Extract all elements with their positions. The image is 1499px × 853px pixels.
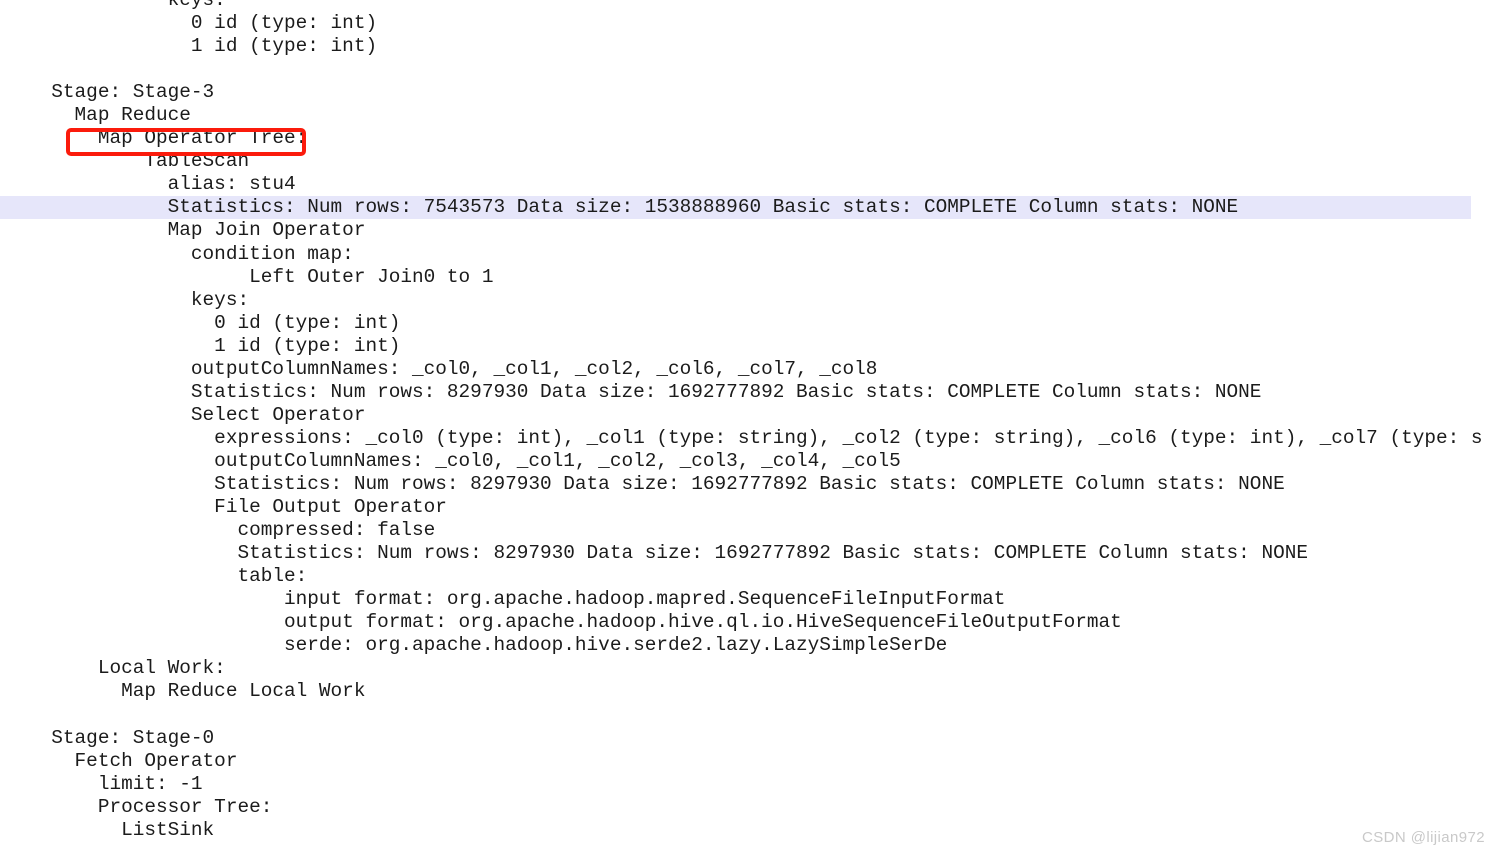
plan-line: Left Outer Join0 to 1 [28,265,494,288]
explain-plan-text[interactable]: keys: 0 id (type: int) 1 id (type: int) … [0,0,1499,842]
plan-line: Fetch Operator [28,749,238,772]
plan-line: outputColumnNames: _col0, _col1, _col2, … [28,357,878,380]
plan-line: Processor Tree: [28,795,273,818]
plan-line: Map Join Operator [28,219,366,242]
plan-line: compressed: false [28,519,436,542]
plan-line: Statistics: Num rows: 8297930 Data size:… [28,380,1262,403]
plan-line: ListSink [28,818,215,841]
plan-line: keys: [28,288,250,311]
plan-line: Stage: Stage-0 [28,726,215,749]
plan-line: 1 id (type: int) [28,35,378,58]
plan-line: 1 id (type: int) [28,334,401,357]
plan-line: 0 id (type: int) [28,12,378,35]
plan-line: Select Operator [28,403,366,426]
plan-line [0,703,1499,726]
plan-line: limit: -1 [28,772,203,795]
plan-line: 0 id (type: int) [28,311,401,334]
plan-line: TableScan [28,150,250,173]
plan-line: Stage: Stage-3 [28,81,215,104]
plan-line: serde: org.apache.hadoop.hive.serde2.laz… [28,634,948,657]
plan-line: File Output Operator [28,496,447,519]
plan-line: Statistics: Num rows: 8297930 Data size:… [28,542,1308,565]
plan-line: alias: stu4 [28,173,296,196]
plan-line: outputColumnNames: _col0, _col1, _col2, … [28,449,901,472]
explain-plan-viewport: keys: 0 id (type: int) 1 id (type: int) … [0,0,1499,853]
plan-line: Map Reduce [28,104,191,127]
plan-line [0,58,1499,81]
plan-line: Map Reduce Local Work [28,680,366,703]
plan-line: output format: org.apache.hadoop.hive.ql… [28,611,1122,634]
plan-line: condition map: [28,242,354,265]
plan-line-highlighted: Statistics: Num rows: 7543573 Data size:… [0,196,1471,220]
plan-line: input format: org.apache.hadoop.mapred.S… [28,588,1006,611]
csdn-watermark: CSDN @lijian972 [1362,829,1485,846]
plan-line: keys: [28,0,226,11]
plan-line: Map Operator Tree: [28,127,308,150]
plan-line: Statistics: Num rows: 8297930 Data size:… [28,472,1285,495]
plan-line: table: [28,565,308,588]
plan-line: Local Work: [28,657,226,680]
plan-line: expressions: _col0 (type: int), _col1 (t… [28,426,1483,449]
